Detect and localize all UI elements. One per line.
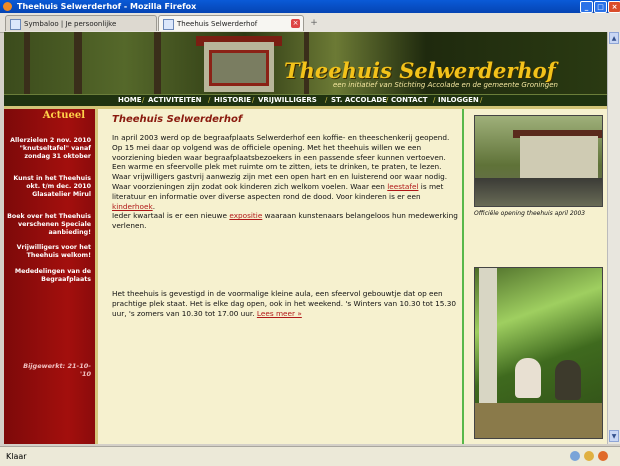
nav-home[interactable]: HOME — [118, 96, 142, 104]
scroll-up-icon[interactable]: ▲ — [609, 32, 619, 44]
sidebar-link-boek[interactable]: Boek over het Theehuis verschenen Specia… — [7, 213, 91, 237]
sidebar-link-mededelingen[interactable]: Mededelingen van de Begraafplaats — [7, 268, 91, 284]
link-lees-meer[interactable]: Lees meer » — [257, 309, 302, 318]
maximize-button[interactable]: □ — [594, 1, 607, 13]
sidebar-link-kunst[interactable]: Kunst in het Theehuis okt. t/m dec. 2010… — [7, 175, 91, 199]
opening-photo — [474, 115, 603, 207]
link-kinderhoek[interactable]: kinderhoek — [112, 202, 153, 211]
nav-historie[interactable]: HISTORIE — [214, 96, 251, 104]
location-paragraph: Het theehuis is gevestigd in de voormali… — [112, 289, 457, 318]
teahouse-photo — [209, 50, 269, 86]
nav-inloggen[interactable]: INLOGGEN — [438, 96, 479, 104]
status-bar: Klaar — [0, 446, 620, 466]
last-updated: Bijgewerkt: 21-10-'10 — [23, 362, 91, 378]
new-tab-button[interactable]: + — [307, 17, 321, 30]
photo-column: Officiële opening theehuis april 2003 — [464, 109, 607, 444]
sidebar-link-allerzielen[interactable]: Allerzielen 2 nov. 2010 "knutseltafel" v… — [7, 137, 91, 161]
sidebar-link-vrijwilligers[interactable]: Vrijwilligers voor het Theehuis welkom! — [7, 244, 91, 260]
page-icon — [10, 19, 21, 30]
nav-vrijwilligers[interactable]: VRIJWILLIGERS — [258, 96, 317, 104]
status-icon — [570, 451, 580, 461]
tab-theehuis[interactable]: Theehuis Selwerderhof × — [158, 15, 304, 31]
link-expositie[interactable]: expositie — [229, 211, 262, 220]
page-viewport: Theehuis Selwerderhof een initiatief van… — [4, 32, 607, 444]
minimize-button[interactable]: _ — [580, 1, 593, 13]
header-banner: Theehuis Selwerderhof een initiatief van… — [4, 32, 607, 94]
terrace-photo — [474, 267, 603, 439]
scroll-down-icon[interactable]: ▼ — [609, 430, 619, 442]
firefox-icon — [3, 2, 12, 11]
vertical-scrollbar[interactable]: ▲ ▼ — [607, 32, 620, 444]
nav-st-accolade[interactable]: ST. ACCOLADE — [331, 96, 387, 104]
nav-contact[interactable]: CONTACT — [391, 96, 428, 104]
intro-paragraph: In april 2003 werd op de begraafplaats S… — [112, 133, 458, 231]
link-leestafel[interactable]: leestafel — [387, 182, 418, 191]
window-title: Theehuis Selwerderhof - Mozilla Firefox — [17, 2, 197, 11]
site-subtitle: een initiatief van Stichting Accolade en… — [333, 81, 558, 89]
close-tab-icon[interactable]: × — [291, 19, 300, 28]
tab-bar: Symbaloo | Je persoonlijke Startpagina T… — [0, 13, 620, 44]
tab-symbaloo[interactable]: Symbaloo | Je persoonlijke Startpagina — [5, 15, 157, 44]
page-icon — [163, 19, 174, 30]
window-title-bar: Theehuis Selwerderhof - Mozilla Firefox … — [0, 0, 620, 13]
close-button[interactable]: × — [608, 1, 620, 13]
firefox-status-icon — [598, 451, 608, 461]
sidebar-actueel: Actueel Allerzielen 2 nov. 2010 "knutsel… — [4, 109, 95, 444]
main-content: Theehuis Selwerderhof In april 2003 werd… — [98, 109, 462, 444]
status-text: Klaar — [6, 452, 27, 461]
nav-activiteiten[interactable]: ACTIVITEITEN — [148, 96, 202, 104]
status-icon — [584, 451, 594, 461]
photo-caption: Officiële opening theehuis april 2003 — [474, 210, 586, 217]
site-title: Theehuis Selwerderhof — [284, 58, 556, 83]
tab-label: Theehuis Selwerderhof — [177, 20, 258, 28]
page-title: Theehuis Selwerderhof — [112, 114, 243, 125]
sidebar-heading: Actueel — [42, 110, 85, 121]
